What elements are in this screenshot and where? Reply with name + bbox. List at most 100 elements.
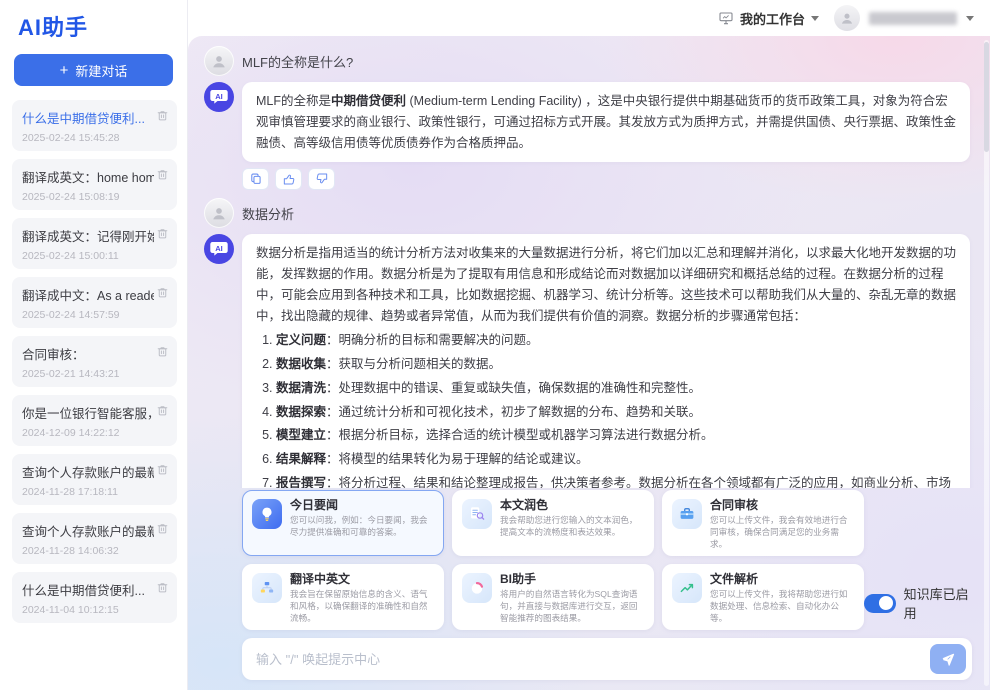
- user-message-text: MLF的全称是什么?: [242, 52, 353, 71]
- feature-card[interactable]: 本文润色我会帮助您进行您输入的文本润色，提高文本的流畅度和表达效果。: [452, 490, 654, 556]
- feature-card[interactable]: BI助手将用户的自然语言转化为SQL查询语句，并直接与数据库进行交互，返回智能推…: [452, 564, 654, 630]
- analysis-step: 结果解释：将模型的结果转化为易于理解的结论或建议。: [276, 449, 956, 470]
- step-title: 模型建立: [276, 428, 326, 442]
- analysis-steps: 定义问题：明确分析的目标和需要解决的问题。数据收集：获取与分析问题相关的数据。数…: [256, 330, 956, 488]
- feature-card[interactable]: 翻译中英文我会旨在保留原始信息的含义、语气和风格，以确保翻译的准确性和自然流畅。: [242, 564, 444, 630]
- thumbs-up-icon[interactable]: [275, 168, 302, 190]
- conversation-item[interactable]: 你是一位银行智能客服，...2024-12-09 14:22:12: [12, 395, 177, 446]
- delete-conversation-icon[interactable]: [156, 168, 169, 181]
- feature-card[interactable]: 合同审核您可以上传文件，我会有效地进行合同审核，确保合同满足您的业务需求。: [662, 490, 864, 556]
- conversation-title: 翻译成中文：As a reader...: [22, 285, 154, 304]
- conversation-item[interactable]: 合同审核：2025-02-21 14:43:21: [12, 336, 177, 387]
- bulb-icon: [252, 499, 282, 529]
- conversation-list: 什么是中期借贷便利...2025-02-24 15:45:28 翻译成英文：hom…: [0, 100, 187, 623]
- contract-icon: [672, 499, 702, 529]
- chat-panel: MLF的全称是什么? AI MLF的全称是中期借贷便利 (Medium-term…: [188, 36, 990, 690]
- conversation-title: 什么是中期借贷便利...: [22, 580, 154, 599]
- assistant-avatar: AI: [204, 234, 234, 264]
- step-title: 数据清洗: [276, 381, 326, 395]
- card-title: 合同审核: [710, 496, 854, 513]
- user-message-avatar: [204, 46, 234, 76]
- copy-icon[interactable]: [242, 168, 269, 190]
- delete-conversation-icon[interactable]: [156, 404, 169, 417]
- conversation-timestamp: 2025-02-24 14:57:59: [22, 309, 167, 321]
- conversation-title: 翻译成英文：记得刚开始...: [22, 226, 154, 245]
- analysis-intro: 数据分析是指用适当的统计分析方法对收集来的大量数据进行分析，将它们加以汇总和理解…: [256, 246, 956, 322]
- bi-icon: [462, 573, 492, 603]
- conversation-item[interactable]: 什么是中期借贷便利...2025-02-24 15:45:28: [12, 100, 177, 151]
- analysis-step: 数据清洗：处理数据中的错误、重复或缺失值，确保数据的准确性和完整性。: [276, 378, 956, 399]
- chat-messages: MLF的全称是什么? AI MLF的全称是中期借贷便利 (Medium-term…: [204, 46, 982, 488]
- topbar: 我的工作台: [188, 0, 990, 36]
- answer-text: MLF的全称是: [256, 94, 331, 108]
- conversation-item[interactable]: 翻译成英文：home home 2025-02-24 15:08:19: [12, 159, 177, 210]
- card-title: 翻译中英文: [290, 570, 434, 587]
- workspace-label: 我的工作台: [740, 9, 805, 28]
- conversation-item[interactable]: 查询个人存款账户的最新... 2024-11-28 14:06:32: [12, 513, 177, 564]
- user-message-text: 数据分析: [242, 204, 294, 223]
- assistant-avatar: AI: [204, 82, 234, 112]
- card-title: 本文润色: [500, 496, 644, 513]
- delete-conversation-icon[interactable]: [156, 227, 169, 240]
- conversation-timestamp: 2024-11-04 10:12:15: [22, 604, 167, 616]
- thumbs-down-icon[interactable]: [308, 168, 335, 190]
- conversation-item[interactable]: 翻译成英文：记得刚开始...2025-02-24 15:00:11: [12, 218, 177, 269]
- step-title: 数据探索: [276, 405, 326, 419]
- card-body: 本文润色我会帮助您进行您输入的文本润色，提高文本的流畅度和表达效果。: [500, 496, 644, 538]
- delete-conversation-icon[interactable]: [156, 463, 169, 476]
- card-body: 翻译中英文我会旨在保留原始信息的含义、语气和风格，以确保翻译的准确性和自然流畅。: [290, 570, 434, 624]
- conversation-item[interactable]: 查询个人存款账户的最新...2024-11-28 17:18:11: [12, 454, 177, 505]
- app-window: AI助手 + 新建对话 什么是中期借贷便利...2025-02-24 15:45…: [0, 0, 990, 690]
- feature-card[interactable]: 文件解析您可以上传文件，我将帮助您进行如数据处理、信息检索、自动化办公等。: [662, 564, 864, 630]
- card-title: 今日要闻: [290, 496, 434, 513]
- conversation-title: 查询个人存款账户的最新...: [22, 521, 154, 540]
- card-description: 您可以上传文件，我会有效地进行合同审核，确保合同满足您的业务需求。: [710, 514, 854, 550]
- conversation-title: 查询个人存款账户的最新...: [22, 462, 154, 481]
- user-message-avatar: [204, 198, 234, 228]
- sidebar: AI助手 + 新建对话 什么是中期借贷便利...2025-02-24 15:45…: [0, 0, 188, 690]
- conversation-timestamp: 2024-11-28 14:06:32: [22, 545, 167, 557]
- new-chat-label: 新建对话: [75, 61, 127, 80]
- conversation-title: 合同审核：: [22, 344, 154, 363]
- delete-conversation-icon[interactable]: [156, 109, 169, 122]
- main-column: 我的工作台 MLF的全称是什么? AI: [188, 0, 990, 690]
- scrollbar[interactable]: [984, 40, 989, 686]
- card-title: BI助手: [500, 570, 644, 587]
- message-input[interactable]: [256, 652, 930, 667]
- conversation-timestamp: 2024-12-09 14:22:12: [22, 427, 167, 439]
- card-description: 您可以上传文件，我将帮助您进行如数据处理、信息检索、自动化办公等。: [710, 588, 854, 624]
- conversation-title: 翻译成英文：home home: [22, 167, 154, 186]
- feature-card[interactable]: 今日要闻您可以问我，例如：今日要闻，我会尽力提供准确和可靠的答案。: [242, 490, 444, 556]
- composer-bar: [242, 638, 972, 680]
- plus-icon: +: [60, 63, 69, 78]
- conversation-item[interactable]: 翻译成中文：As a reader... 2025-02-24 14:57:59: [12, 277, 177, 328]
- knowledge-base-toggle: 知识库已启用: [864, 584, 972, 622]
- card-title: 文件解析: [710, 570, 854, 587]
- delete-conversation-icon[interactable]: [156, 581, 169, 594]
- assistant-message: AI MLF的全称是中期借贷便利 (Medium-term Lending Fa…: [204, 82, 982, 162]
- username-redacted: [869, 12, 957, 25]
- send-button[interactable]: [930, 644, 966, 674]
- scrollbar-thumb[interactable]: [984, 42, 989, 152]
- step-title: 定义问题: [276, 333, 326, 347]
- new-chat-button[interactable]: + 新建对话: [14, 54, 173, 86]
- toggle-label: 知识库已启用: [904, 584, 972, 622]
- app-logo: AI助手: [0, 8, 187, 52]
- conversation-timestamp: 2025-02-24 15:08:19: [22, 191, 167, 203]
- conversation-item[interactable]: 什么是中期借贷便利... 2024-11-04 10:12:15: [12, 572, 177, 623]
- monitor-icon: [718, 10, 734, 26]
- delete-conversation-icon[interactable]: [156, 345, 169, 358]
- answer-bold-term: 中期借贷便利: [331, 94, 406, 108]
- toggle-knob: [879, 596, 893, 610]
- card-description: 您可以问我，例如：今日要闻，我会尽力提供准确和可靠的答案。: [290, 514, 434, 538]
- workspace-menu[interactable]: 我的工作台: [718, 9, 819, 28]
- chevron-down-icon[interactable]: [966, 16, 974, 21]
- file-icon: [672, 573, 702, 603]
- delete-conversation-icon[interactable]: [156, 286, 169, 299]
- user-avatar[interactable]: [834, 5, 860, 31]
- toggle-switch[interactable]: [864, 594, 896, 613]
- card-description: 我会旨在保留原始信息的含义、语气和风格，以确保翻译的准确性和自然流畅。: [290, 588, 434, 624]
- card-body: BI助手将用户的自然语言转化为SQL查询语句，并直接与数据库进行交互，返回智能推…: [500, 570, 644, 624]
- user-message: MLF的全称是什么?: [204, 46, 982, 76]
- delete-conversation-icon[interactable]: [156, 522, 169, 535]
